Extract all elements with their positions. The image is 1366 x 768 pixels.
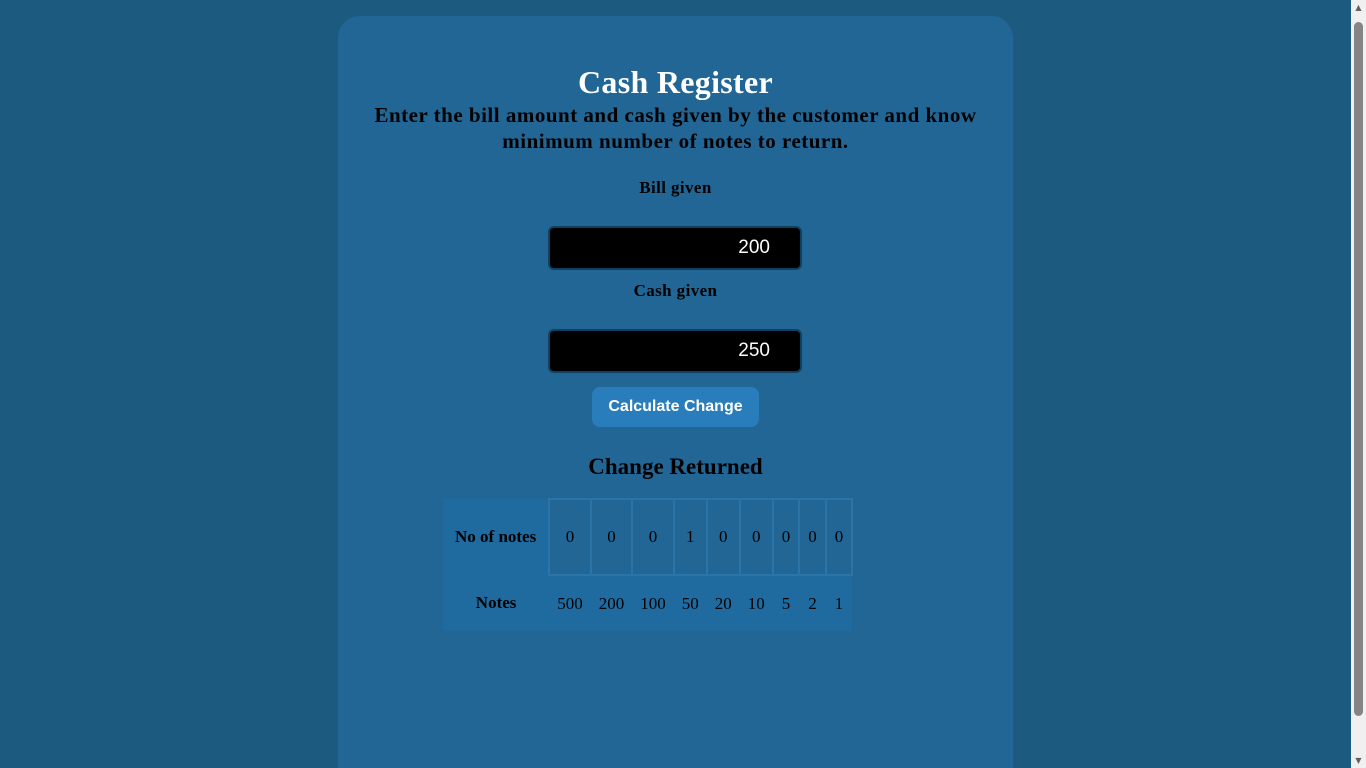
note-value-cell: 50 <box>673 575 707 631</box>
note-count-cell: 0 <box>824 498 854 576</box>
calculate-change-button[interactable]: Calculate Change <box>592 387 759 427</box>
note-value-cell: 100 <box>632 575 674 631</box>
no-of-notes-header: No of notes <box>443 499 550 575</box>
note-count-cell: 0 <box>771 498 801 576</box>
page-title: Cash Register <box>578 64 773 100</box>
note-count-cell: 0 <box>738 498 774 576</box>
cash-given-label: Cash given <box>633 281 718 300</box>
note-count-cell: 0 <box>705 498 741 576</box>
description-text: Enter the bill amount and cash given by … <box>374 103 977 153</box>
note-value-cell: 2 <box>799 575 826 631</box>
page: Cash Register Enter the bill amount and … <box>0 0 1366 768</box>
table-row-count: No of notes 0 0 0 1 0 0 0 0 0 <box>443 498 854 576</box>
note-count-cell: 0 <box>631 498 675 576</box>
note-count-cell: 1 <box>672 498 708 576</box>
triangle-up-icon[interactable]: ▲ <box>1351 0 1366 15</box>
note-value-cell: 500 <box>549 575 591 631</box>
note-value-cell: 200 <box>590 575 633 631</box>
note-value-cell: 10 <box>739 575 773 631</box>
note-count-cell: 0 <box>589 498 634 576</box>
note-count-cell: 0 <box>798 498 827 576</box>
cash-register-card: Cash Register Enter the bill amount and … <box>338 16 1013 768</box>
vertical-scrollbar[interactable]: ▲ ▼ <box>1351 0 1366 768</box>
triangle-down-icon[interactable]: ▼ <box>1351 753 1366 768</box>
note-value-cell: 5 <box>772 575 800 631</box>
note-value-cell: 20 <box>706 575 740 631</box>
notes-header: Notes <box>443 575 550 631</box>
bill-given-label: Bill given <box>639 178 712 197</box>
note-value-cell: 1 <box>825 575 853 631</box>
bill-amount-input[interactable] <box>548 226 802 270</box>
table-row-notes: Notes 500 200 100 50 20 10 5 2 1 <box>443 575 853 631</box>
change-table: No of notes 0 0 0 1 0 0 0 0 0 Notes 500 … <box>443 498 854 631</box>
cash-given-input[interactable] <box>548 329 802 373</box>
change-returned-title: Change Returned <box>588 454 763 479</box>
note-count-cell: 0 <box>548 498 592 576</box>
scrollbar-thumb[interactable] <box>1354 22 1363 716</box>
